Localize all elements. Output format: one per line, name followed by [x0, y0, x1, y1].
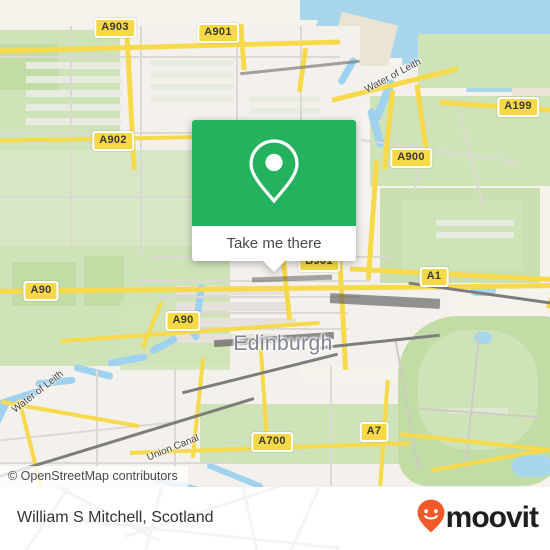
green-space: [0, 150, 200, 246]
pond: [512, 455, 550, 477]
take-me-there-label: Take me there: [226, 235, 322, 252]
building-block: [436, 232, 514, 238]
minor-road: [140, 26, 142, 256]
building-block: [150, 84, 234, 90]
building-block: [26, 76, 122, 83]
building-block: [150, 60, 234, 66]
green-space: [418, 34, 550, 88]
place-label-edinburgh: Edinburgh: [233, 332, 333, 355]
minor-road: [330, 366, 332, 486]
road-shield-a90: A90: [23, 281, 59, 301]
moovit-logo[interactable]: moovit: [417, 499, 539, 538]
building-block: [26, 90, 122, 97]
road-shield-a90: A90: [165, 311, 201, 331]
building-block: [436, 220, 514, 226]
building-block: [250, 96, 320, 102]
green-space: [84, 256, 124, 306]
moovit-smiley-pin-icon: [417, 499, 445, 538]
location-callout[interactable]: Take me there: [192, 120, 356, 272]
road-shield-a1: A1: [419, 267, 449, 287]
building-block: [26, 118, 122, 125]
road-shield-a199: A199: [497, 97, 539, 117]
moovit-wordmark: moovit: [445, 501, 539, 534]
take-me-there-button[interactable]: Take me there: [192, 226, 356, 261]
road-shield-a900: A900: [390, 148, 432, 168]
building-block: [26, 62, 122, 69]
road-shield-a903: A903: [94, 18, 136, 38]
location-title: William S Mitchell, Scotland: [17, 509, 214, 526]
building-block: [150, 96, 234, 102]
building-block: [150, 72, 234, 78]
minor-road: [70, 26, 72, 246]
road-shield-a700: A700: [251, 432, 293, 452]
road-shield-a7: A7: [359, 422, 389, 442]
road-shield-a901: A901: [197, 23, 239, 43]
minor-road: [96, 370, 98, 480]
building-block: [250, 108, 320, 114]
callout-pin-panel: [192, 120, 356, 226]
map-canvas[interactable]: Edinburgh Water of Leith Water of Leith …: [0, 0, 550, 487]
building-block: [176, 302, 286, 311]
footer-bar: William S Mitchell, Scotland moovit: [0, 487, 550, 550]
minor-road: [0, 56, 340, 58]
map-attribution[interactable]: © OpenStreetMap contributors: [0, 466, 188, 487]
map-screenshot: Edinburgh Water of Leith Water of Leith …: [0, 0, 550, 550]
road-shield-a902: A902: [92, 131, 134, 151]
callout-tip: [263, 261, 285, 272]
map-pin-icon: [246, 137, 302, 210]
building-block: [26, 104, 122, 111]
attribution-text: © OpenStreetMap contributors: [8, 469, 178, 483]
